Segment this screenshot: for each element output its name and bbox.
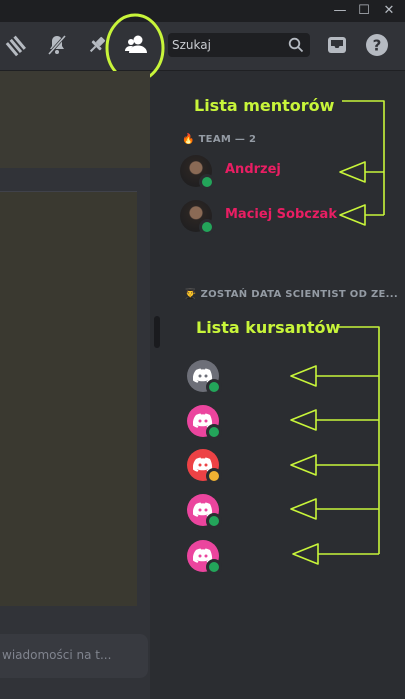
annotation-arrows: [290, 100, 385, 565]
